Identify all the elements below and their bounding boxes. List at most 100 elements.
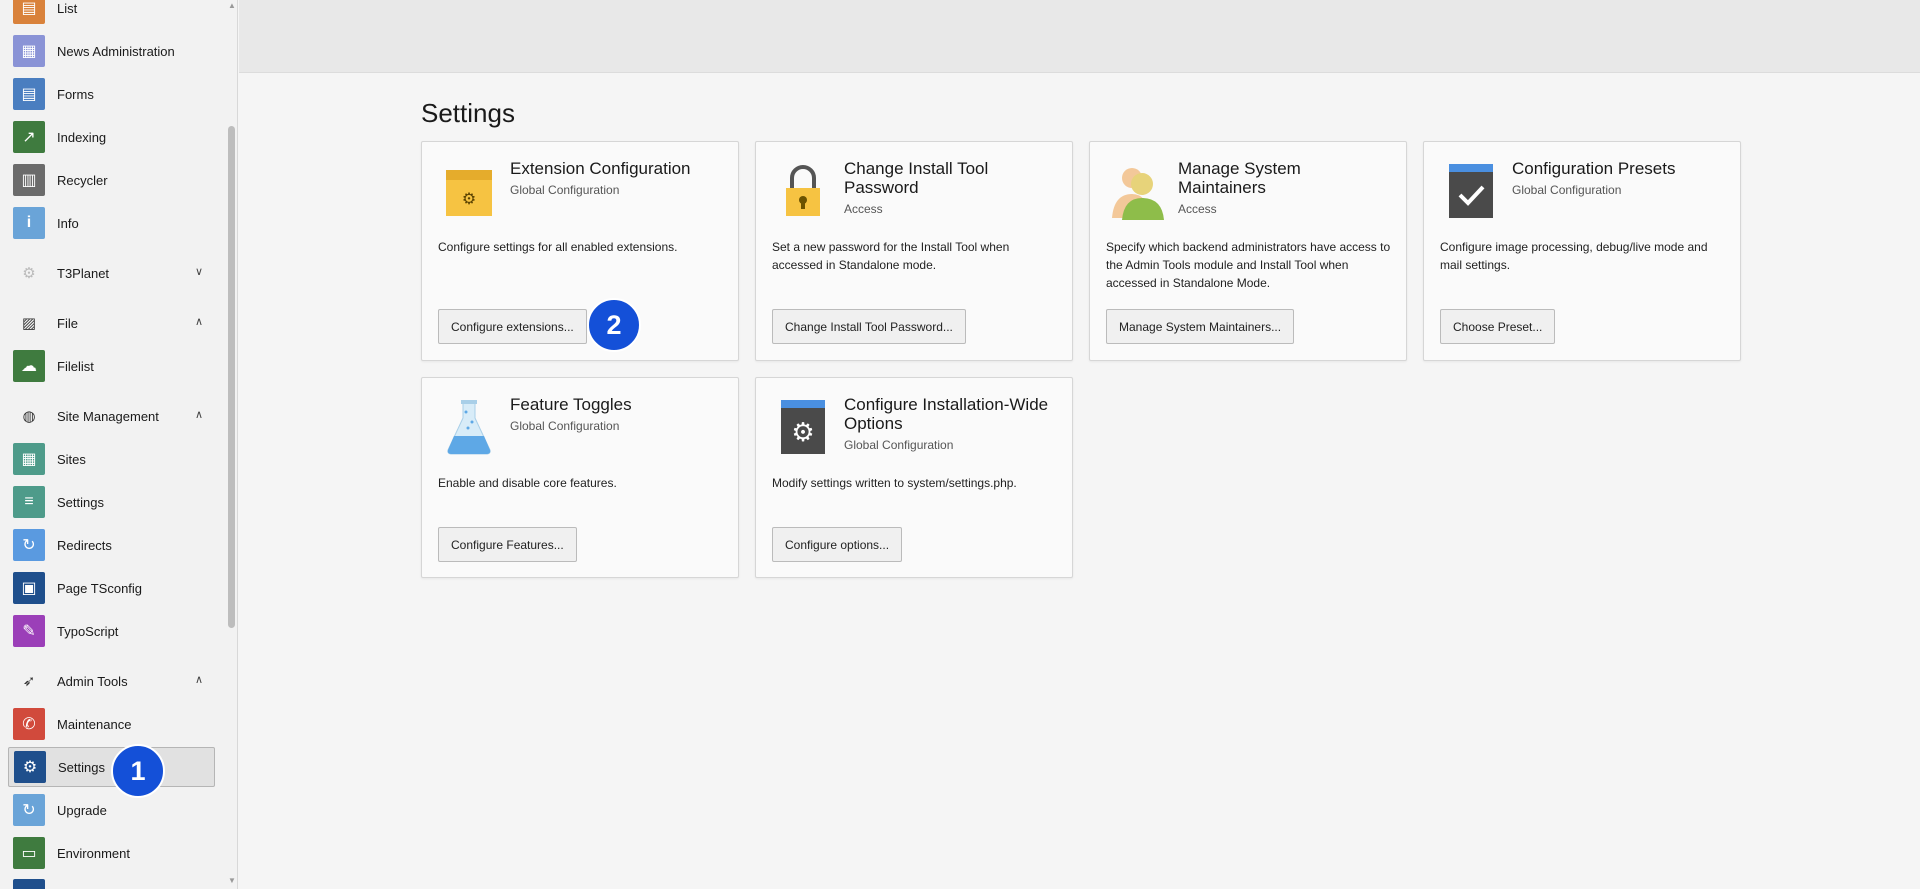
sidebar-item-forms[interactable]: ▤ Forms	[8, 74, 215, 114]
checkmark-icon	[1449, 164, 1493, 218]
configure-features-button[interactable]: Configure Features...	[438, 527, 577, 562]
sidebar-item-indexing[interactable]: ↗ Indexing	[8, 117, 215, 157]
gear-icon: ⚙	[14, 751, 46, 783]
card-configuration-presets: Configuration Presets Global Configurati…	[1423, 141, 1741, 361]
card-manage-system-maintainers: Manage System Maintainers Access Specify…	[1089, 141, 1407, 361]
environment-icon: ▭	[13, 837, 45, 869]
card-subtitle: Global Configuration	[844, 438, 954, 452]
card-subtitle: Global Configuration	[1512, 183, 1622, 197]
sidebar-group-t3planet[interactable]: ⚙ T3Planet ∨	[8, 253, 215, 293]
sidebar-item-partial-icon	[13, 879, 45, 889]
card-description: Enable and disable core features.	[438, 476, 617, 490]
sidebar-group-label: Site Management	[57, 408, 159, 424]
info-icon: i	[13, 207, 45, 239]
sidebar-group-label: Admin Tools	[57, 673, 128, 689]
step-badge-1: 1	[111, 744, 165, 798]
card-description: Configure image processing, debug/live m…	[1440, 240, 1708, 272]
sidebar-item-typoscript[interactable]: ✎ TypoScript	[8, 611, 215, 651]
card-extension-configuration: ⚙ Extension Configuration Global Configu…	[421, 141, 739, 361]
card-change-install-tool-password: Change Install Tool Password Access Set …	[755, 141, 1073, 361]
globe-icon: ◍	[22, 408, 36, 425]
card-feature-toggles: Feature Toggles Global Configuration Ena…	[421, 377, 739, 578]
sidebar-item-label: Maintenance	[57, 716, 132, 732]
card-configure-installation-wide-options: ⚙ Configure Installation-Wide Options Gl…	[755, 377, 1073, 578]
rocket-icon: ➶	[22, 673, 36, 690]
cog-panel-icon: ⚙	[781, 400, 825, 454]
news-icon: ▦	[13, 35, 45, 67]
sidebar-item-label: Upgrade	[57, 802, 107, 818]
forms-icon: ▤	[13, 78, 45, 110]
sidebar-item-label: Settings	[57, 494, 104, 510]
sidebar-item-label: Indexing	[57, 129, 107, 145]
sidebar-scrollbar[interactable]: ▲ ▼	[227, 0, 237, 889]
lock-icon	[786, 165, 820, 216]
chevron-down-icon: ∨	[194, 266, 203, 278]
chevron-up-icon: ∧	[194, 409, 203, 421]
card-description: Configure settings for all enabled exten…	[438, 240, 678, 254]
upgrade-icon: ↻	[13, 794, 45, 826]
card-subtitle: Access	[844, 202, 883, 216]
sidebar-item-list[interactable]: ▤ List	[8, 0, 215, 28]
sidebar-item-label: Settings	[58, 759, 105, 775]
sidebar-item-label: TypoScript	[57, 623, 119, 639]
sidebar-item-label: Filelist	[57, 358, 94, 374]
scroll-up-icon[interactable]: ▲	[227, 0, 237, 12]
scroll-down-icon[interactable]: ▼	[227, 875, 237, 887]
module-docheader	[239, 0, 1920, 73]
choose-preset-button[interactable]: Choose Preset...	[1440, 309, 1556, 344]
indexing-icon: ↗	[13, 121, 45, 153]
manage-system-maintainers-button[interactable]: Manage System Maintainers...	[1106, 309, 1295, 344]
page-title: Settings	[421, 98, 515, 128]
sidebar-item-label: News Administration	[57, 43, 175, 59]
step-badge-2: 2	[587, 298, 641, 352]
card-title: Extension Configuration	[510, 159, 691, 178]
sidebar-item-page-tsconfig[interactable]: ▣ Page TSconfig	[8, 568, 215, 608]
scrollbar-thumb[interactable]	[228, 126, 235, 628]
sidebar-group-label: File	[57, 315, 78, 331]
card-title: Configure Installation-Wide Options	[844, 395, 1049, 433]
cloud-icon: ☁	[13, 350, 45, 382]
svg-text:⚙: ⚙	[462, 191, 476, 208]
sidebar-item-label: Info	[57, 215, 79, 231]
tsconfig-icon: ▣	[13, 572, 45, 604]
configure-extensions-button[interactable]: Configure extensions...	[438, 309, 587, 344]
sidebar-item-label: List	[57, 0, 78, 16]
sliders-icon: ≡	[13, 486, 45, 518]
sidebar-item-label: Forms	[57, 86, 94, 102]
card-description: Specify which backend administrators hav…	[1106, 240, 1391, 290]
wrench-icon: ✆	[13, 708, 45, 740]
svg-text:⚙: ⚙	[791, 417, 814, 447]
sidebar-group-site-management[interactable]: ◍ Site Management ∧	[8, 396, 215, 436]
sidebar-item-info[interactable]: i Info	[8, 203, 215, 243]
sidebar-item-label: Redirects	[57, 537, 112, 553]
image-icon: ▨	[21, 315, 37, 332]
change-install-tool-password-button[interactable]: Change Install Tool Password...	[772, 309, 966, 344]
trash-icon: ▥	[13, 164, 45, 196]
sidebar-item-site-settings[interactable]: ≡ Settings	[8, 482, 215, 522]
card-title: Configuration Presets	[1512, 159, 1676, 178]
sidebar-item-upgrade[interactable]: ↻ Upgrade	[8, 790, 215, 830]
sidebar-item-news-administration[interactable]: ▦ News Administration	[8, 31, 215, 71]
sidebar-item-environment[interactable]: ▭ Environment	[8, 833, 215, 873]
card-title: Feature Toggles	[510, 395, 632, 414]
sidebar-group-file[interactable]: ▨ File ∧	[8, 303, 215, 343]
sidebar-item-label: Page TSconfig	[57, 580, 143, 596]
sidebar-item-filelist[interactable]: ☁ Filelist	[8, 346, 215, 386]
sidebar-item-label: Recycler	[57, 172, 108, 188]
card-description: Modify settings written to system/settin…	[772, 476, 1017, 490]
sidebar-item-maintenance[interactable]: ✆ Maintenance	[8, 704, 215, 744]
flask-icon	[447, 400, 491, 455]
sidebar-item-sites[interactable]: ▦ Sites	[8, 439, 215, 479]
sidebar-group-admin-tools[interactable]: ➶ Admin Tools ∧	[8, 661, 215, 701]
sidebar-item-redirects[interactable]: ↻ Redirects	[8, 525, 215, 565]
sidebar-item-label: Environment	[57, 845, 130, 861]
sidebar-item-label: Sites	[57, 451, 86, 467]
card-subtitle: Access	[1178, 202, 1217, 216]
redirect-icon: ↻	[13, 529, 45, 561]
list-icon: ▤	[13, 0, 45, 24]
configure-options-button[interactable]: Configure options...	[772, 527, 903, 562]
sidebar-item-recycler[interactable]: ▥ Recycler	[8, 160, 215, 200]
chevron-up-icon: ∧	[194, 674, 203, 686]
card-subtitle: Global Configuration	[510, 419, 620, 433]
card-title: Change Install Tool Password	[844, 159, 989, 197]
